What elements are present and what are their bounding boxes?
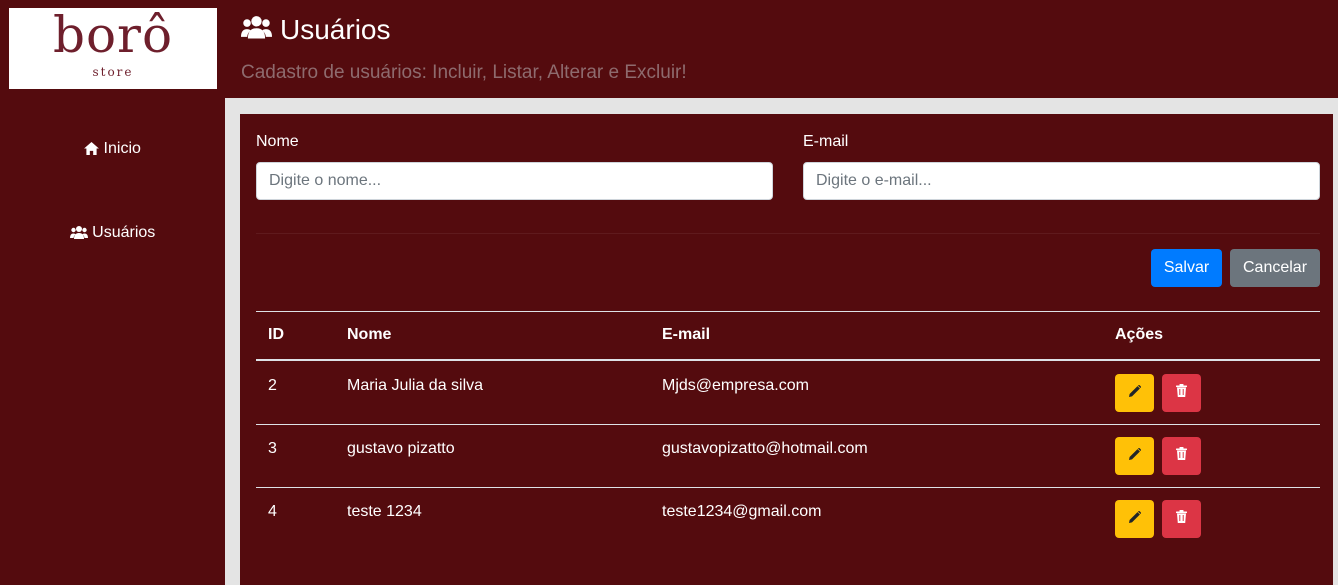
form-divider xyxy=(256,233,1320,234)
name-label: Nome xyxy=(256,133,299,150)
cell-name: Maria Julia da silva xyxy=(347,377,484,394)
sidebar-item-label: Usuários xyxy=(92,224,156,241)
page-title: Usuários xyxy=(241,14,390,46)
content-frame-left xyxy=(225,98,240,585)
home-icon xyxy=(84,140,103,157)
pencil-icon xyxy=(1128,447,1141,465)
name-input[interactable] xyxy=(256,162,773,200)
cell-id: 4 xyxy=(268,503,277,520)
main-panel: Nome E-mail Salvar Cancelar ID Nome E-ma… xyxy=(240,114,1333,585)
cancel-button[interactable]: Cancelar xyxy=(1230,249,1320,287)
column-header-email: E-mail xyxy=(662,326,711,343)
sidebar-item-inicio[interactable]: Inicio xyxy=(0,140,225,158)
edit-button[interactable] xyxy=(1115,500,1154,538)
email-label: E-mail xyxy=(803,133,849,150)
row-divider xyxy=(256,487,1320,488)
save-button[interactable]: Salvar xyxy=(1151,249,1222,287)
sidebar-item-usuarios[interactable]: Usuários xyxy=(0,224,225,242)
pencil-icon xyxy=(1128,510,1141,528)
users-icon xyxy=(69,224,92,241)
cell-email: Mjds@empresa.com xyxy=(662,377,809,394)
column-header-name: Nome xyxy=(347,326,392,343)
trash-icon xyxy=(1176,447,1187,465)
cell-email: gustavopizatto@hotmail.com xyxy=(662,440,868,457)
brand-name: borô xyxy=(52,6,174,64)
trash-icon xyxy=(1176,510,1187,528)
cell-id: 3 xyxy=(268,440,277,457)
cell-name: teste 1234 xyxy=(347,503,422,520)
trash-icon xyxy=(1176,384,1187,402)
sidebar: borô store Inicio Usuários xyxy=(0,0,225,585)
edit-button[interactable] xyxy=(1115,437,1154,475)
page-title-text: Usuários xyxy=(280,14,391,45)
column-header-actions: Ações xyxy=(1115,326,1164,343)
cell-email: teste1234@gmail.com xyxy=(662,503,822,520)
email-input[interactable] xyxy=(803,162,1320,200)
page-subtitle: Cadastro de usuários: Incluir, Listar, A… xyxy=(241,62,687,83)
column-header-id: ID xyxy=(268,326,284,343)
cell-name: gustavo pizatto xyxy=(347,440,455,457)
page-header: Usuários Cadastro de usuários: Incluir, … xyxy=(225,0,1338,98)
row-divider xyxy=(256,424,1320,425)
delete-button[interactable] xyxy=(1162,437,1201,475)
brand-sub: store xyxy=(92,65,134,79)
cell-id: 2 xyxy=(268,377,277,394)
delete-button[interactable] xyxy=(1162,374,1201,412)
pencil-icon xyxy=(1128,384,1141,402)
sidebar-item-label: Inicio xyxy=(103,140,141,157)
table-header-border xyxy=(256,359,1320,361)
table-top-border xyxy=(256,311,1320,312)
delete-button[interactable] xyxy=(1162,500,1201,538)
edit-button[interactable] xyxy=(1115,374,1154,412)
brand-logo[interactable]: borô store xyxy=(9,8,217,89)
content-frame-top xyxy=(225,98,1338,114)
users-icon xyxy=(241,14,272,46)
content-frame-right xyxy=(1333,98,1338,585)
